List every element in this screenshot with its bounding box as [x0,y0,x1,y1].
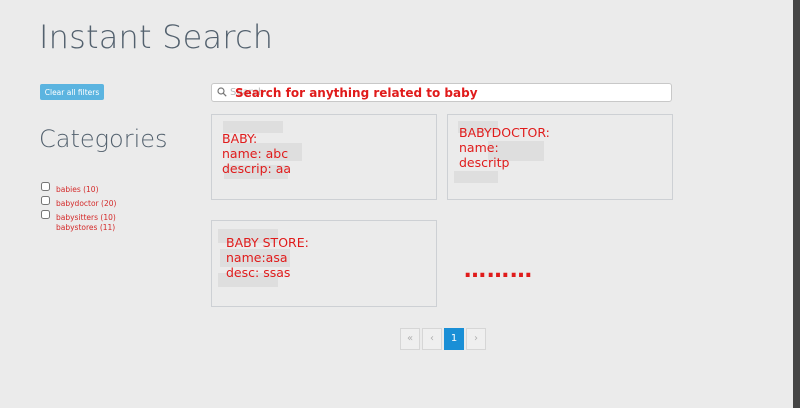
search-input[interactable]: Search Search for anything related to ba… [211,83,672,102]
page-1-button[interactable]: 1 [444,328,464,350]
category-checkbox[interactable] [41,196,50,205]
more-results-indicator: ……… [464,258,533,283]
category-label: babies (10) [56,185,99,194]
search-icon [217,87,227,97]
category-checkbox[interactable] [41,182,50,191]
result-card[interactable]: BABYDOCTOR: name: descritp [447,114,673,200]
page-title: Instant Search [39,18,274,56]
window-edge [793,0,800,408]
result-text: BABY STORE: name:asa desc: ssas [226,235,309,280]
category-checkbox[interactable] [41,210,50,219]
next-page-button[interactable]: › [466,328,486,350]
prev-page-button[interactable]: ‹ [422,328,442,350]
first-page-button[interactable]: « [400,328,420,350]
category-label-babystores: babystores (11) [56,223,116,232]
result-card[interactable]: BABY STORE: name:asa desc: ssas [211,220,437,307]
category-label: babydoctor (20) [56,199,117,208]
redacted-text [454,171,498,183]
result-text: BABY: name: abc descrip: aa [222,131,292,176]
categories-heading: Categories [39,125,168,153]
clear-filters-button[interactable]: Clear all filters [40,84,104,100]
category-label: babysitters (10) [56,213,116,222]
search-annotation: Search for anything related to baby [235,86,478,100]
result-card[interactable]: BABY: name: abc descrip: aa [211,114,437,200]
result-text: BABYDOCTOR: name: descritp [459,125,550,170]
